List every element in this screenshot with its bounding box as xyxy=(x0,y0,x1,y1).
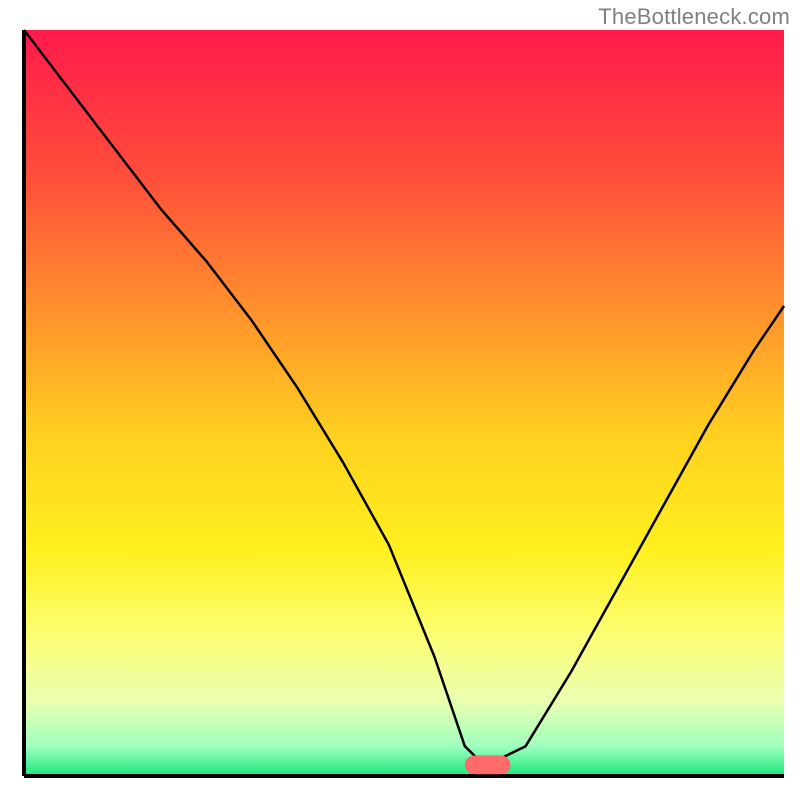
gradient-fill xyxy=(24,30,784,776)
optimal-zone-marker xyxy=(465,756,511,775)
bottleneck-chart xyxy=(0,0,800,800)
chart-container: TheBottleneck.com xyxy=(0,0,800,800)
